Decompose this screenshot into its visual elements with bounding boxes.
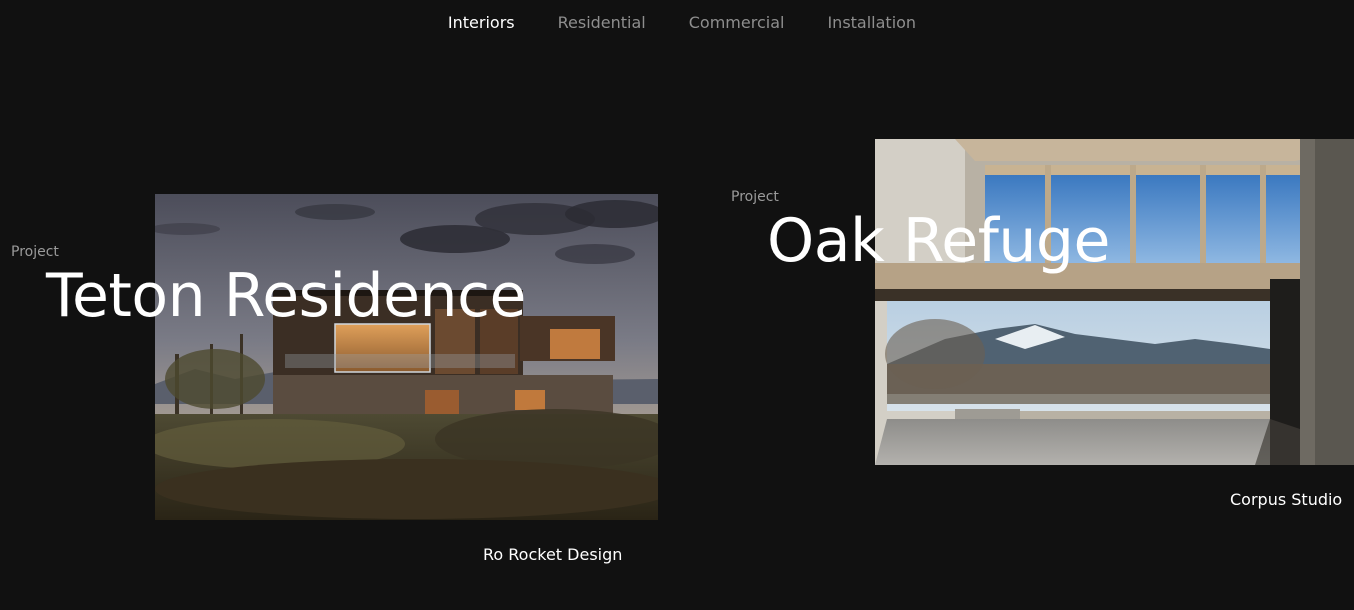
page: Interiors Residential Commercial Install… (0, 0, 1354, 610)
project-image-teton-residence[interactable] (155, 194, 658, 520)
nav-item-interiors[interactable]: Interiors (448, 13, 515, 32)
category-nav: Interiors Residential Commercial Install… (0, 0, 1354, 44)
house-photo (155, 194, 658, 520)
project-label: Project (731, 189, 779, 205)
project-credit: Corpus Studio (1230, 490, 1343, 509)
project-title-oak-refuge[interactable]: Oak Refuge (767, 211, 1110, 271)
nav-item-residential[interactable]: Residential (558, 13, 646, 32)
project-image-oak-refuge[interactable] (875, 139, 1354, 465)
nav-item-installation[interactable]: Installation (827, 13, 916, 32)
project-credit: Ro Rocket Design (483, 545, 623, 564)
project-title-teton-residence[interactable]: Teton Residence (46, 266, 526, 326)
nav-item-commercial[interactable]: Commercial (689, 13, 785, 32)
project-label: Project (11, 244, 59, 260)
interior-photo (875, 139, 1354, 465)
